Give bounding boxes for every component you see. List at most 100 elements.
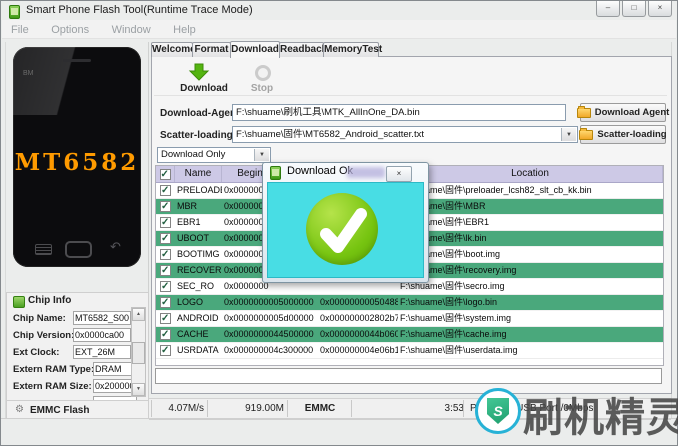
ext-clock-value: EXT_26M xyxy=(73,345,131,359)
phone-home-icon xyxy=(65,241,92,258)
location: F:\shuame\固件\MBR xyxy=(400,201,486,211)
end-address: 0x000000002802b737 xyxy=(320,313,398,323)
location: F:\shuame\固件\cache.img xyxy=(400,329,507,339)
menu-options[interactable]: Options xyxy=(42,21,98,36)
progress-bar xyxy=(155,368,662,384)
window-controls: – □ × xyxy=(594,1,672,17)
ram-type-label: Extern RAM Type: xyxy=(13,364,95,375)
table-row[interactable]: ANDROID 0x0000000005d00000 0x00000000280… xyxy=(156,311,663,327)
partition-name: CACHE xyxy=(177,329,209,339)
row-checkbox[interactable] xyxy=(160,263,171,278)
table-row[interactable]: USRDATA 0x000000004c300000 0x000000004e0… xyxy=(156,343,663,359)
partition-name: BOOTIMG xyxy=(177,249,220,259)
table-row[interactable]: LOGO 0x0000000005000000 0x00000000050488… xyxy=(156,295,663,311)
end-address: 0x0000000044b06093 xyxy=(320,329,398,339)
emmc-flash-title: EMMC Flash xyxy=(30,405,90,416)
begin-address: 0x0000000005000000 xyxy=(224,297,314,307)
status-time: 3:53 xyxy=(351,400,468,417)
app-window: Smart Phone Flash Tool(Runtime Trace Mod… xyxy=(0,0,678,446)
phone-preview: BM MT6582 ↶ xyxy=(13,47,141,267)
location: F:\shuame\固件\logo.bin xyxy=(400,297,498,307)
row-checkbox[interactable] xyxy=(160,327,171,342)
begin-address: 0x0000000044500000 xyxy=(224,329,314,339)
row-checkbox[interactable] xyxy=(160,183,171,198)
close-button[interactable]: × xyxy=(648,1,672,17)
title-bar[interactable]: Smart Phone Flash Tool(Runtime Trace Mod… xyxy=(1,1,677,20)
tab-format[interactable]: Format xyxy=(192,42,231,57)
chip-info-title: Chip Info xyxy=(28,295,72,306)
chip-name-label: Chip Name: xyxy=(13,313,66,324)
minimize-button[interactable]: – xyxy=(596,1,620,17)
maximize-icon: □ xyxy=(631,3,637,12)
app-icon xyxy=(270,166,281,180)
stop-icon xyxy=(255,65,271,81)
menu-help[interactable]: Help xyxy=(164,21,205,36)
table-row[interactable]: CACHE 0x0000000044500000 0x0000000044b06… xyxy=(156,327,663,343)
download-agent-button[interactable]: Download Agent xyxy=(576,103,669,122)
row-checkbox[interactable] xyxy=(160,311,171,326)
toolbar-separator xyxy=(154,95,667,96)
scatter-loading-button[interactable]: Scatter-loading xyxy=(579,125,667,144)
tab-memorytest[interactable]: MemoryTest xyxy=(323,42,382,57)
chip-info-scrollbar[interactable]: ▲ ▼ xyxy=(131,307,146,397)
download-agent-label: Download-Agent xyxy=(160,108,240,119)
location: F:\shuame\固件\secro.img xyxy=(400,281,505,291)
phone-screen-text: MT6582 xyxy=(14,149,140,176)
chip-version-label: Chip Version: xyxy=(13,330,75,341)
chevron-down-icon[interactable]: ▼ xyxy=(254,149,269,161)
maximize-button[interactable]: □ xyxy=(622,1,646,17)
scrollbar-thumb[interactable] xyxy=(132,342,145,364)
mode-select[interactable]: Download Only ▼ xyxy=(157,147,271,163)
chip-info-group: Chip Info Chip Name: MT6582_S00 Chip Ver… xyxy=(6,292,149,402)
row-checkbox[interactable] xyxy=(160,231,171,246)
watermark-logo-icon: S xyxy=(475,388,521,434)
scatter-combobox[interactable]: F:\shuame\固件\MT6582_Android_scatter.txt … xyxy=(232,126,578,143)
dialog-title: Download Ok xyxy=(287,165,354,177)
row-checkbox[interactable] xyxy=(160,199,171,214)
download-button[interactable]: Download xyxy=(172,83,236,94)
end-address: 0x0000000005048819 xyxy=(320,297,398,307)
emmc-flash-group: ⚙ EMMC Flash xyxy=(6,400,149,419)
tab-welcome[interactable]: Welcome xyxy=(151,42,196,57)
download-agent-input[interactable]: F:\shuame\刷机工具\MTK_AllInOne_DA.bin xyxy=(232,104,566,121)
status-speed: 4.07M/s xyxy=(151,400,208,417)
menu-file[interactable]: File xyxy=(2,21,38,36)
menu-window[interactable]: Window xyxy=(103,21,160,36)
chip-icon xyxy=(13,296,25,308)
dialog-close-button[interactable]: × xyxy=(386,166,412,182)
app-icon xyxy=(9,5,20,19)
chevron-down-icon[interactable]: ▼ xyxy=(561,128,576,141)
row-checkbox[interactable] xyxy=(160,279,171,294)
mode-value: Download Only xyxy=(161,149,226,160)
close-icon: × xyxy=(396,169,402,178)
partition-name: MBR xyxy=(177,201,197,211)
status-size: 919.00M xyxy=(207,400,288,417)
row-checkbox[interactable] xyxy=(160,247,171,262)
begin-address: 0x0000000005d00000 xyxy=(224,313,314,323)
status-storage: EMMC xyxy=(287,400,352,417)
partition-name: UBOOT xyxy=(177,233,210,243)
scroll-down-icon[interactable]: ▼ xyxy=(132,383,145,396)
window-title: Smart Phone Flash Tool(Runtime Trace Mod… xyxy=(26,4,253,16)
tab-download[interactable]: Download xyxy=(230,41,280,58)
tab-readback[interactable]: Readback xyxy=(279,42,327,57)
stop-button: Stop xyxy=(250,83,274,94)
select-all-checkbox[interactable] xyxy=(159,167,171,183)
phone-back-icon: ↶ xyxy=(110,239,121,254)
partition-name: LOGO xyxy=(177,297,204,307)
scroll-up-icon[interactable]: ▲ xyxy=(132,308,145,321)
row-checkbox[interactable] xyxy=(160,343,171,358)
watermark-text: 刷机精灵 xyxy=(523,395,678,441)
partition-name: SEC_RO xyxy=(177,281,215,291)
row-checkbox[interactable] xyxy=(160,295,171,310)
folder-icon xyxy=(576,105,591,118)
phone-speaker xyxy=(63,59,91,62)
location: F:\shuame\固件\userdata.img xyxy=(400,345,518,355)
success-check-icon xyxy=(306,193,378,265)
location: F:\shuame\固件\lk.bin xyxy=(400,233,487,243)
watermark: S 刷机精灵 xyxy=(475,385,678,441)
header-location[interactable]: Location xyxy=(398,166,663,182)
row-checkbox[interactable] xyxy=(160,215,171,230)
download-ok-dialog[interactable]: Download Ok × xyxy=(262,162,429,283)
header-name[interactable]: Name xyxy=(175,166,222,182)
